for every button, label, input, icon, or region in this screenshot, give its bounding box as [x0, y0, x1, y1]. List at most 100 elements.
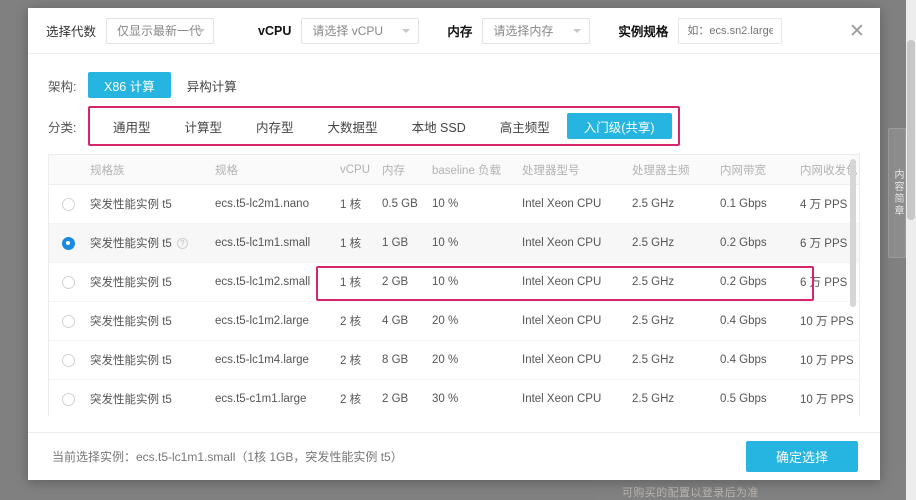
table-row[interactable]: 突发性能实例 t5ecs.t5-lc2m1.nano1 核0.5 GB10 %I… — [49, 185, 859, 224]
vcpu-select-value: 请选择 vCPU — [312, 22, 383, 39]
radio-button[interactable] — [62, 393, 75, 406]
radio-button[interactable] — [62, 237, 75, 250]
cell-cpu-freq: 2.5 GHz — [632, 237, 720, 249]
table-row[interactable]: 突发性能实例 t5ecs.t5-lc1m2.large2 核4 GB20 %In… — [49, 302, 859, 341]
cell-vcpu: 2 核 — [340, 391, 382, 407]
cell-spec: ecs.t5-lc1m2.large — [215, 315, 340, 327]
radio-button[interactable] — [62, 354, 75, 367]
cell-vcpu: 2 核 — [340, 313, 382, 329]
cell-vcpu: 1 核 — [340, 235, 382, 251]
page-scrollbar-track[interactable] — [906, 0, 916, 500]
page-scrollbar-thumb[interactable] — [907, 40, 915, 220]
row-radio-cell — [49, 237, 87, 250]
cell-memory: 8 GB — [382, 354, 432, 366]
cell-family: 突发性能实例 t5? — [87, 235, 215, 251]
cell-baseline: 30 % — [432, 393, 522, 405]
radio-button[interactable] — [62, 276, 75, 289]
cell-cpu-freq: 2.5 GHz — [632, 354, 720, 366]
instance-type-table: 规格族 规格 vCPU 内存 baseline 负载 处理器型号 处理器主频 内… — [48, 154, 860, 416]
cell-bandwidth: 0.4 Gbps — [720, 315, 800, 327]
dialog-footer: 当前选择实例：ecs.t5-lc1m1.small（1核 1GB，突发性能实例 … — [28, 432, 880, 480]
side-tab-label: 内容简章 — [892, 169, 902, 217]
header-baseline: baseline 负载 — [432, 162, 522, 178]
family-label: 突发性能实例 t5 — [90, 235, 172, 251]
cell-bandwidth: 0.2 Gbps — [720, 276, 800, 288]
family-label: 突发性能实例 t5 — [90, 391, 172, 407]
arch-option-heterogeneous[interactable]: 异构计算 — [171, 72, 253, 98]
spec-label: 实例规格 — [618, 21, 668, 40]
category-option-compute[interactable]: 计算型 — [168, 113, 240, 139]
radio-button[interactable] — [62, 315, 75, 328]
chevron-down-icon — [197, 29, 205, 33]
cell-baseline: 10 % — [432, 198, 522, 210]
cell-vcpu: 2 核 — [340, 352, 382, 368]
memory-select[interactable]: 请选择内存 — [482, 18, 590, 44]
architecture-row: 架构: X86 计算 异构计算 — [48, 68, 860, 102]
family-label: 突发性能实例 t5 — [90, 313, 172, 329]
category-option-general[interactable]: 通用型 — [96, 113, 168, 139]
cell-bandwidth: 0.4 Gbps — [720, 354, 800, 366]
vcpu-label: vCPU — [258, 24, 291, 38]
close-icon[interactable]: ✕ — [846, 20, 868, 42]
cell-family: 突发性能实例 t5 — [87, 391, 215, 407]
cell-baseline: 10 % — [432, 237, 522, 249]
row-radio-cell — [49, 393, 87, 406]
spec-search-input[interactable] — [678, 18, 782, 44]
category-option-entry-shared[interactable]: 入门级(共享) — [567, 113, 672, 139]
header-spec: 规格 — [215, 162, 340, 178]
header-cpu-model: 处理器型号 — [522, 162, 632, 178]
generation-select-value: 仅显示最新一代 — [117, 22, 201, 39]
cell-cpu-freq: 2.5 GHz — [632, 198, 720, 210]
side-tab[interactable]: 内容简章 — [888, 128, 906, 258]
generation-select[interactable]: 仅显示最新一代 — [106, 18, 214, 44]
table-scrollbar-thumb[interactable] — [850, 159, 856, 307]
header-memory: 内存 — [382, 162, 432, 178]
cell-memory: 0.5 GB — [382, 198, 432, 210]
table-header-row: 规格族 规格 vCPU 内存 baseline 负载 处理器型号 处理器主频 内… — [49, 155, 859, 185]
family-label: 突发性能实例 t5 — [90, 274, 172, 290]
radio-button[interactable] — [62, 198, 75, 211]
generation-label: 选择代数 — [46, 21, 96, 40]
cell-cpu-model: Intel Xeon CPU — [522, 198, 632, 210]
architecture-label: 架构: — [48, 76, 88, 95]
cell-memory: 1 GB — [382, 237, 432, 249]
category-option-bigdata[interactable]: 大数据型 — [311, 113, 395, 139]
cell-spec: ecs.t5-lc1m4.large — [215, 354, 340, 366]
category-option-memory[interactable]: 内存型 — [239, 113, 311, 139]
cell-spec: ecs.t5-lc1m2.small — [215, 276, 340, 288]
background-note: 可购买的配置以登录后为准 — [622, 484, 759, 500]
cell-spec: ecs.t5-c1m1.large — [215, 393, 340, 405]
instance-type-selector-dialog: 选择代数 仅显示最新一代 vCPU 请选择 vCPU 内存 请选择内存 实例规格 — [28, 8, 880, 480]
help-icon[interactable]: ? — [177, 238, 188, 249]
dialog-body: 架构: X86 计算 异构计算 分类: 通用型 计算型 内存型 大数据型 本地 … — [28, 54, 880, 432]
cell-family: 突发性能实例 t5 — [87, 274, 215, 290]
table-body: 突发性能实例 t5ecs.t5-lc2m1.nano1 核0.5 GB10 %I… — [49, 185, 859, 416]
current-selection-text: 当前选择实例：ecs.t5-lc1m1.small（1核 1GB，突发性能实例 … — [52, 448, 403, 465]
cell-cpu-freq: 2.5 GHz — [632, 393, 720, 405]
category-label: 分类: — [48, 117, 88, 136]
family-label: 突发性能实例 t5 — [90, 196, 172, 212]
cell-spec: ecs.t5-lc1m1.small — [215, 237, 340, 249]
header-family: 规格族 — [87, 162, 215, 178]
cell-baseline: 20 % — [432, 315, 522, 327]
cell-vcpu: 1 核 — [340, 274, 382, 290]
cell-cpu-model: Intel Xeon CPU — [522, 315, 632, 327]
cell-baseline: 20 % — [432, 354, 522, 366]
confirm-button[interactable]: 确定选择 — [746, 441, 858, 472]
row-radio-cell — [49, 315, 87, 328]
cell-bandwidth: 0.5 Gbps — [720, 393, 800, 405]
vcpu-select[interactable]: 请选择 vCPU — [301, 18, 419, 44]
cell-family: 突发性能实例 t5 — [87, 196, 215, 212]
cell-memory: 2 GB — [382, 276, 432, 288]
table-row[interactable]: 突发性能实例 t5ecs.t5-lc1m4.large2 核8 GB20 %In… — [49, 341, 859, 380]
category-row: 分类: 通用型 计算型 内存型 大数据型 本地 SSD 高主频型 入门级(共享) — [48, 106, 860, 146]
cell-bandwidth: 0.1 Gbps — [720, 198, 800, 210]
chevron-down-icon — [402, 29, 410, 33]
table-row[interactable]: 突发性能实例 t5?ecs.t5-lc1m1.small1 核1 GB10 %I… — [49, 224, 859, 263]
category-option-local-ssd[interactable]: 本地 SSD — [395, 113, 483, 139]
cell-memory: 2 GB — [382, 393, 432, 405]
arch-option-x86[interactable]: X86 计算 — [88, 72, 171, 98]
table-row[interactable]: 突发性能实例 t5ecs.t5-c1m1.large2 核2 GB30 %Int… — [49, 380, 859, 416]
category-option-high-freq[interactable]: 高主频型 — [483, 113, 567, 139]
table-row[interactable]: 突发性能实例 t5ecs.t5-lc1m2.small1 核2 GB10 %In… — [49, 263, 859, 302]
